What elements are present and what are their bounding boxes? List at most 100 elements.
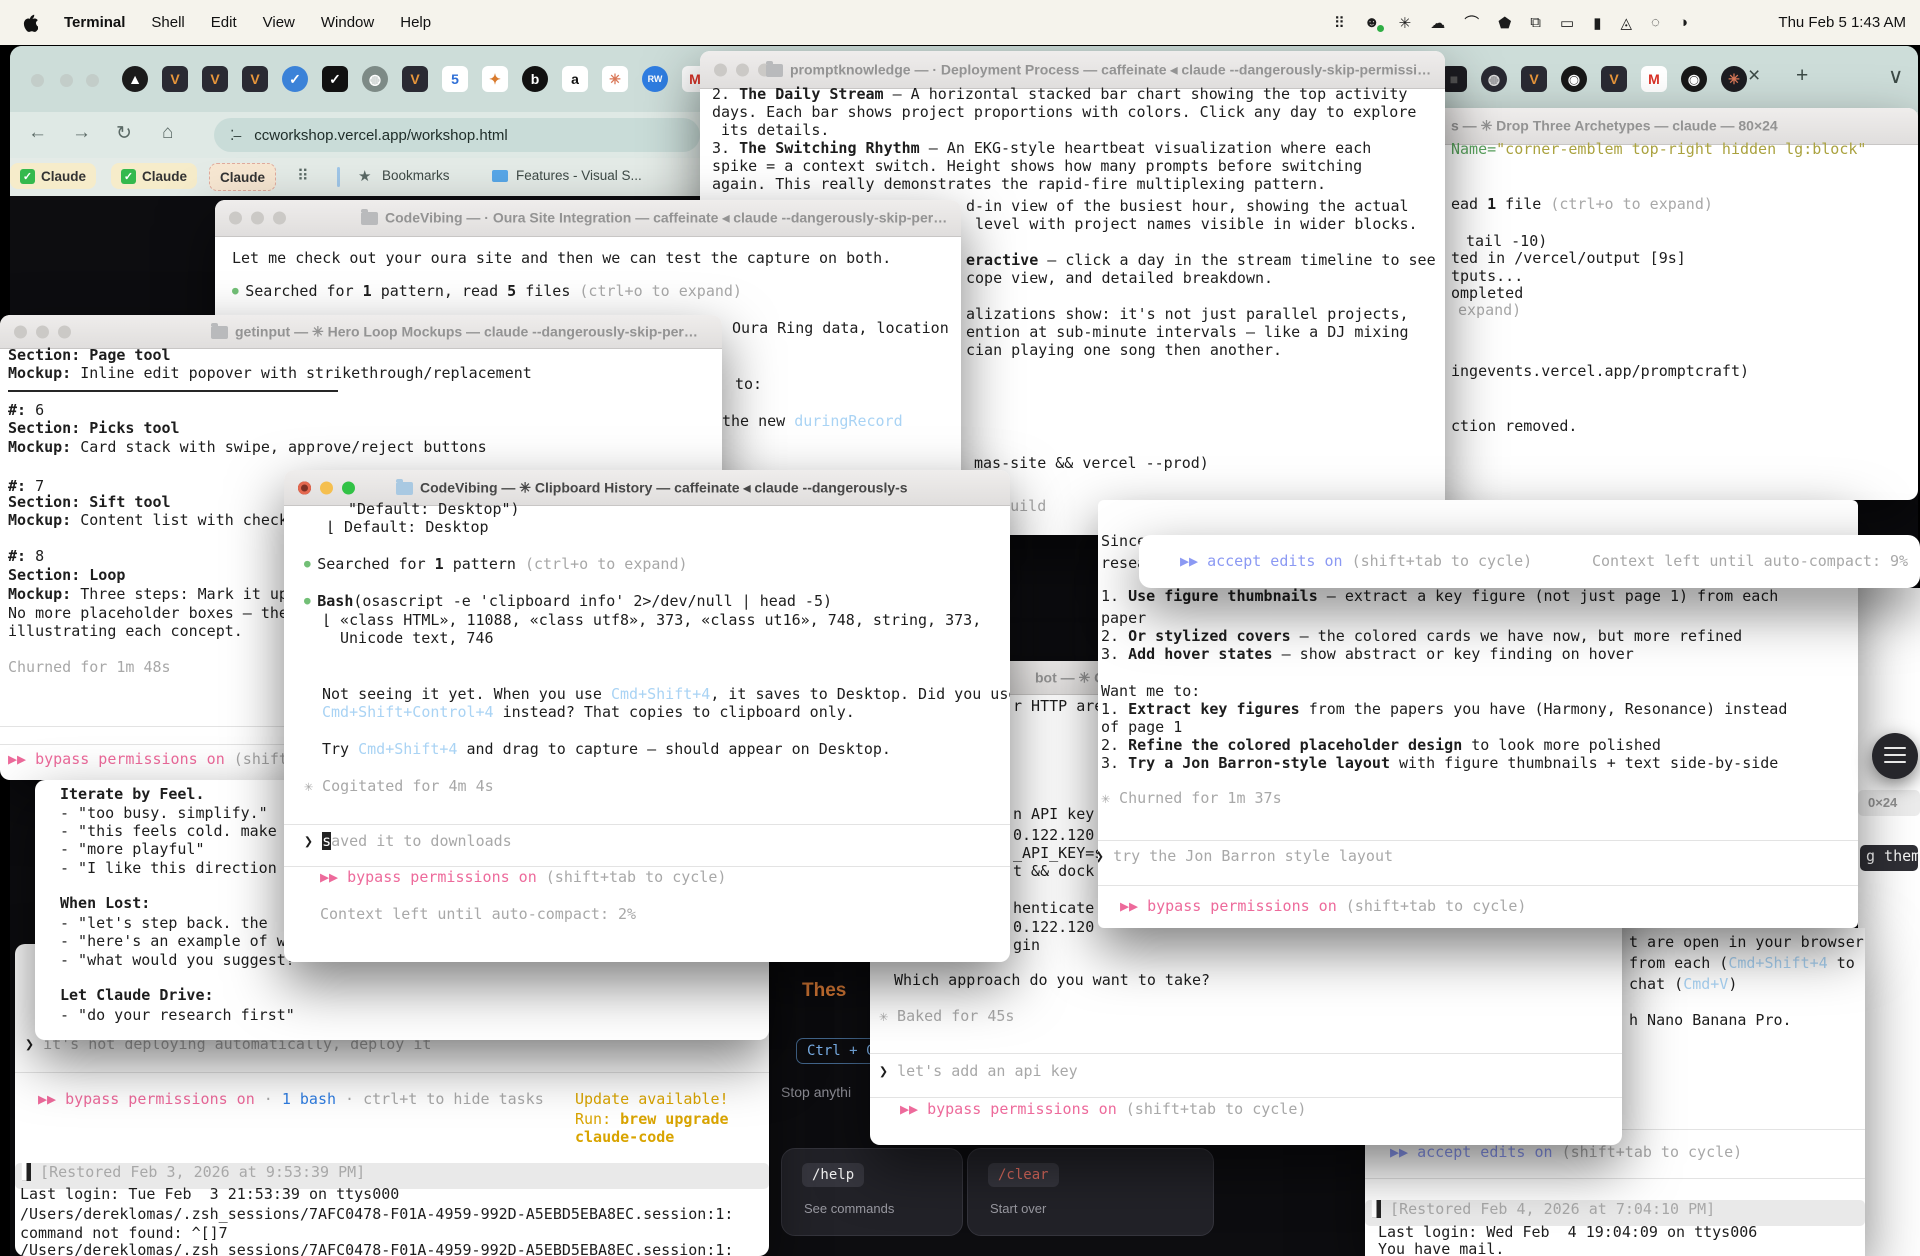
zoom-button[interactable] (342, 481, 355, 494)
bookmark-grid-icon[interactable]: ⠿ (297, 166, 309, 186)
bed-icon[interactable]: ▭ (1560, 14, 1574, 32)
new-tab-icon[interactable]: + (1796, 64, 1808, 88)
terminal-line: ction removed. (1451, 416, 1577, 436)
terminal-line: spike = a context switch. Height shows h… (712, 156, 1362, 176)
claude-favicon[interactable]: ✳ (1721, 66, 1747, 92)
bookmarks-menu[interactable]: Bookmarks (382, 168, 450, 183)
apple-logo-icon[interactable] (22, 14, 38, 32)
terminal-line: ▌ [Restored Feb 3, 2026 at 9:53:39 PM] (22, 1162, 365, 1182)
close-button[interactable] (714, 63, 727, 76)
close-button[interactable] (229, 212, 242, 225)
menu-item-shell[interactable]: Shell (151, 14, 184, 31)
battery-icon[interactable]: ▮ (1593, 14, 1601, 32)
window-title: promptknowledge — · Deployment Process —… (790, 61, 1433, 78)
forward-icon[interactable]: → (72, 122, 91, 144)
menu-item-edit[interactable]: Edit (211, 14, 237, 31)
app-grid-icon[interactable]: ⠿ (1334, 14, 1345, 32)
github-favicon[interactable]: ◉ (1681, 66, 1707, 92)
b-favicon[interactable]: b (522, 66, 548, 92)
github-favicon[interactable]: ◉ (1561, 66, 1587, 92)
window-right_edge[interactable]: 0×24g them (1858, 588, 1920, 1256)
titlebar[interactable]: getinput — ✳ Hero Loop Mockups — claude … (0, 315, 722, 349)
reload-icon[interactable]: ↻ (116, 122, 132, 145)
check-circle-favicon[interactable]: ✓ (282, 66, 308, 92)
rw-favicon[interactable]: RW (642, 66, 668, 92)
v-favicon[interactable]: V (1521, 66, 1547, 92)
calendar5-favicon[interactable]: 5 (442, 66, 468, 92)
home-icon[interactable]: ⌂ (162, 122, 173, 144)
terminal-line: Mockup: Card stack with swipe, approve/r… (8, 437, 487, 457)
user-switch-icon[interactable]: ☻ (1364, 14, 1380, 31)
window-accept_strip[interactable]: ▶▶ accept edits on (shift+tab to cycle)C… (1139, 535, 1920, 588)
cloudflare-icon[interactable]: ☁ (1430, 14, 1445, 32)
terminal-line: ▶▶ bypass permissions on (shift+tab to c… (1120, 896, 1526, 916)
terminal-line: t && dock (1013, 861, 1094, 881)
address-bar[interactable]: ⁚– ccworkshop.vercel.app/workshop.html (214, 118, 700, 152)
site-settings-icon[interactable]: ⁚– (230, 127, 240, 144)
spark-favicon[interactable]: ✦ (482, 66, 508, 92)
window-clipboard[interactable]: CodeVibing — ✳ Clipboard History — caffe… (284, 470, 1010, 962)
minimize-button[interactable] (36, 325, 49, 338)
terminal-line: Context left until auto-compact: 9% (1592, 551, 1908, 571)
menu-item-view[interactable]: View (263, 14, 295, 31)
terminal-line: ▌ [Restored Feb 4, 2026 at 7:04:10 PM] (1372, 1199, 1715, 1219)
command-card[interactable]: /helpSee commands (781, 1148, 963, 1236)
terminal-line: Mockup: Content list with check (8, 510, 288, 530)
claude-favicon[interactable]: ✳ (602, 66, 628, 92)
terminal-line: 1. Extract key figures from the papers y… (1101, 699, 1787, 719)
terminal-line: paper (1101, 608, 1146, 628)
separator (1098, 885, 1858, 886)
minimize-button[interactable] (251, 212, 264, 225)
menu-item-terminal[interactable]: Terminal (64, 14, 125, 31)
terminal-line: ● Searched for 1 pattern, read 5 files (… (232, 281, 742, 301)
bookmark-claude[interactable]: ✓Claude (10, 163, 96, 189)
floating-menu-button[interactable] (1872, 733, 1918, 779)
close-button[interactable] (298, 481, 311, 494)
bookmark-claude[interactable]: ✓Claude (111, 163, 197, 189)
terminal-line: ✳ Baked for 45s (879, 1006, 1014, 1026)
v-favicon[interactable]: V (402, 66, 428, 92)
v-favicon[interactable]: V (242, 66, 268, 92)
back-icon[interactable]: ← (28, 122, 47, 144)
tab-search-chevron-icon[interactable]: ∨ (1888, 64, 1903, 89)
window-title: CodeVibing — ✳ Clipboard History — caffe… (420, 479, 998, 496)
terminal-line: t are open in your browser (1629, 932, 1864, 952)
minimize-button[interactable] (320, 481, 333, 494)
titlebar[interactable]: CodeVibing — · Oura Site Integration — c… (215, 200, 961, 237)
v-favicon[interactable]: V (162, 66, 188, 92)
menu-item-window[interactable]: Window (321, 14, 374, 31)
terminal-line: - "let's step back. the (60, 913, 268, 933)
browser-close-button[interactable] (31, 74, 44, 87)
vercel-favicon[interactable]: ▲ (122, 66, 148, 92)
globe-favicon[interactable]: ◍ (1481, 66, 1507, 92)
v-favicon[interactable]: V (202, 66, 228, 92)
gmail-favicon[interactable]: M (1641, 66, 1667, 92)
menu-item-help[interactable]: Help (400, 14, 431, 31)
close-button[interactable] (14, 325, 27, 338)
control-center-icon[interactable]: ◑ (1679, 14, 1688, 31)
browser-minimize-button[interactable] (60, 74, 73, 87)
bookmark-features[interactable]: Features - Visual S... (516, 168, 642, 183)
copy-stack-icon[interactable]: ⧉ (1530, 14, 1541, 31)
menu-clock[interactable]: Thu Feb 5 1:43 AM (1778, 0, 1906, 45)
zoom-button[interactable] (273, 212, 286, 225)
close-tab-icon[interactable]: × (1748, 64, 1760, 88)
browser-zoom-button[interactable] (86, 74, 99, 87)
wifi-icon[interactable]: ◬ (1620, 14, 1632, 32)
shield-icon[interactable]: ⬟ (1498, 14, 1511, 32)
terminal-line: ▶▶ bypass permissions on (shift+tab to c… (320, 867, 726, 887)
vpn-icon[interactable]: ⌒ (1464, 12, 1479, 33)
v-favicon[interactable]: V (1601, 66, 1627, 92)
minimize-button[interactable] (736, 63, 749, 76)
bookmark-claude[interactable]: Claude (209, 163, 276, 191)
search-icon[interactable]: ◌ (1651, 14, 1660, 31)
separator (284, 824, 1010, 825)
zoom-button[interactable] (58, 325, 71, 338)
command-card[interactable]: /clearStart over (967, 1148, 1214, 1236)
menu-bar: Terminal Shell Edit View Window Help ⠿ ☻ ✳ ☁ ⌒ ⬟ ⧉ ▭… (0, 0, 1920, 45)
amazon-favicon[interactable]: a (562, 66, 588, 92)
claude-asterisk-icon[interactable]: ✳ (1399, 14, 1412, 32)
terminal-line: You have mail. (1378, 1239, 1504, 1256)
globe-favicon[interactable]: ◍ (362, 66, 388, 92)
check-square-favicon[interactable]: ✓ (322, 66, 348, 92)
